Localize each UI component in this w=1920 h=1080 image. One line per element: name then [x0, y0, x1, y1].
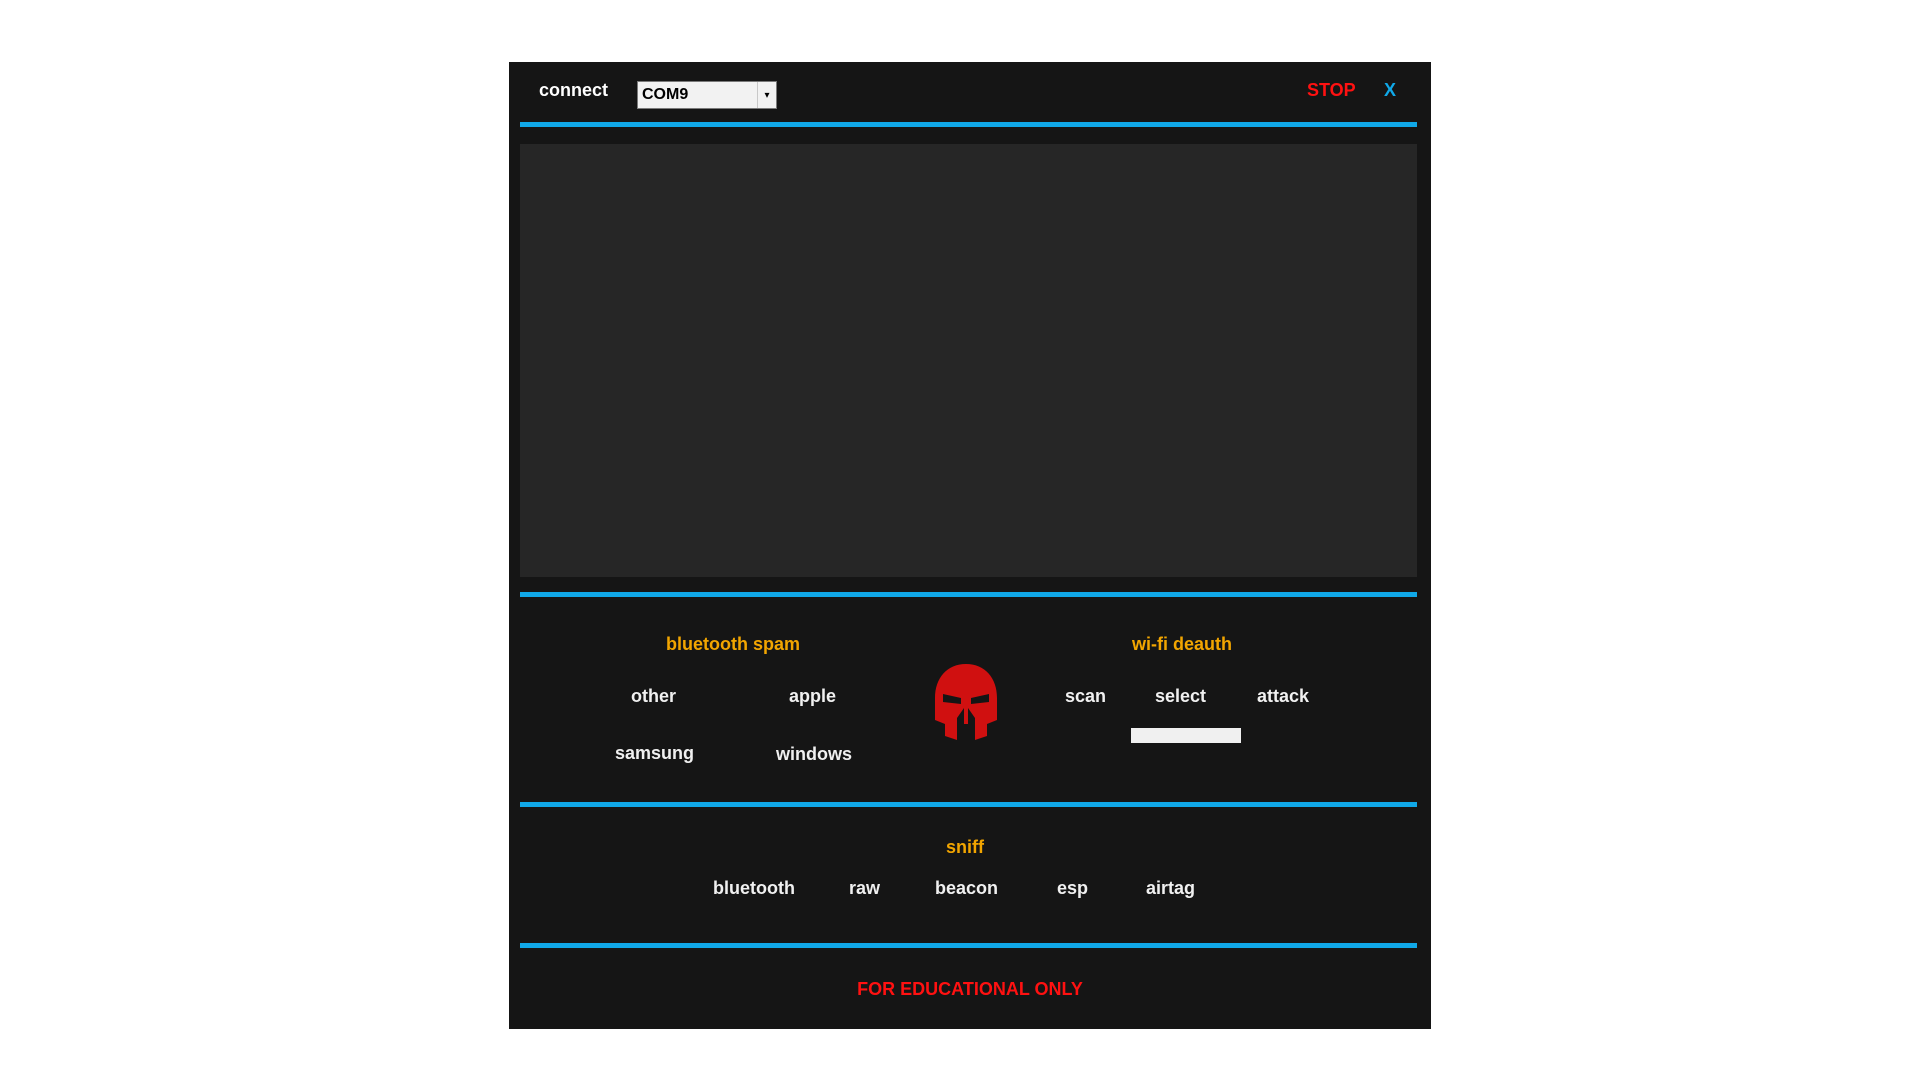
sniff-esp-button[interactable]: esp: [1057, 878, 1088, 899]
wifi-attack-button[interactable]: attack: [1257, 686, 1309, 707]
output-console[interactable]: [520, 144, 1417, 577]
bt-spam-other-button[interactable]: other: [631, 686, 676, 707]
top-bar: connect COM9 ▾ STOP X: [509, 62, 1431, 122]
connect-button[interactable]: connect: [539, 80, 608, 101]
divider-middle: [520, 592, 1417, 597]
sniff-title: sniff: [946, 837, 984, 857]
divider-lower: [520, 802, 1417, 807]
divider-top: [520, 122, 1417, 127]
bt-spam-windows-button[interactable]: windows: [776, 744, 852, 765]
wifi-deauth-title: wi-fi deauth: [1132, 634, 1232, 654]
divider-bottom: [520, 943, 1417, 948]
bt-spam-samsung-button[interactable]: samsung: [615, 743, 694, 764]
chevron-down-icon[interactable]: ▾: [757, 82, 776, 108]
sniff-beacon-button[interactable]: beacon: [935, 878, 998, 899]
spartan-helmet-icon: [935, 664, 997, 740]
port-select-value: COM9: [642, 86, 689, 103]
close-button[interactable]: X: [1384, 80, 1396, 101]
wifi-scan-button[interactable]: scan: [1065, 686, 1106, 707]
wifi-select-field[interactable]: [1131, 728, 1241, 743]
wifi-select-button[interactable]: select: [1155, 686, 1206, 707]
bt-spam-apple-button[interactable]: apple: [789, 686, 836, 707]
sniff-airtag-button[interactable]: airtag: [1146, 878, 1195, 899]
sniff-raw-button[interactable]: raw: [849, 878, 880, 899]
educational-disclaimer: FOR EDUCATIONAL ONLY: [857, 979, 1083, 999]
app-window: connect COM9 ▾ STOP X bluetooth spam oth…: [509, 62, 1431, 1029]
bluetooth-spam-title: bluetooth spam: [666, 634, 800, 654]
sniff-bluetooth-button[interactable]: bluetooth: [713, 878, 795, 899]
stop-button[interactable]: STOP: [1307, 80, 1356, 101]
port-select[interactable]: COM9 ▾: [637, 81, 777, 109]
